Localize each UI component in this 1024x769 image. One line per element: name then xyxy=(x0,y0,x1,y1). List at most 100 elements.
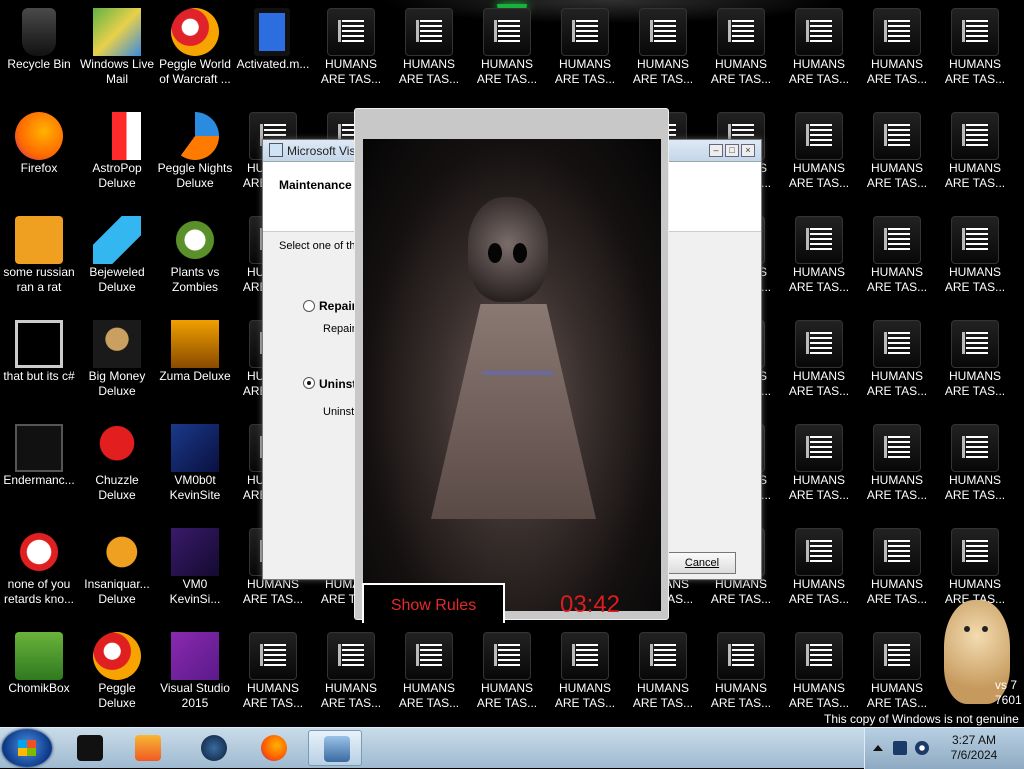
taskbar-firefox[interactable] xyxy=(246,730,300,766)
humans-file-icon xyxy=(873,216,921,264)
taskbar-terminal[interactable] xyxy=(62,730,116,766)
desktop-icon-label: HUMANS ARE TAS... xyxy=(866,265,928,294)
desktop-icon-endermanch[interactable]: Endermanc... xyxy=(0,416,78,516)
desktop-icon-astropop[interactable]: AstroPop Deluxe xyxy=(78,104,156,204)
desktop-icon-humans-file[interactable]: HUMANS ARE TAS... xyxy=(234,624,312,724)
desktop-icon-recycle-bin[interactable]: Recycle Bin xyxy=(0,0,78,100)
uninstall-radio[interactable] xyxy=(303,377,315,389)
desktop-icon-humans-file[interactable]: HUMANS ARE TAS... xyxy=(390,0,468,100)
ghost-girl-image xyxy=(363,139,661,611)
taskbar-media-player[interactable] xyxy=(120,730,174,766)
desktop-icon-humans-file[interactable]: HUMANS ARE TAS... xyxy=(468,624,546,724)
desktop-icon-humans-file[interactable]: HUMANS ARE TAS... xyxy=(624,624,702,724)
humans-file-icon xyxy=(795,424,843,472)
desktop-icon-humans-file[interactable]: HUMANS ARE TAS... xyxy=(936,312,1014,412)
desktop-icon-humans-file[interactable]: HUMANS ARE TAS... xyxy=(936,416,1014,516)
desktop-icon-label: HUMANS ARE TAS... xyxy=(632,681,694,710)
taskbar-installer[interactable] xyxy=(308,730,362,766)
desktop-icon-humans-file[interactable]: HUMANS ARE TAS... xyxy=(780,0,858,100)
desktop-icon-humans-file[interactable]: HUMANS ARE TAS... xyxy=(546,0,624,100)
desktop-icon-windows-live-mail[interactable]: Windows Live Mail xyxy=(78,0,156,100)
desktop-icon-peggle-nights[interactable]: Peggle Nights Deluxe xyxy=(156,104,234,204)
desktop-icon-label: HUMANS ARE TAS... xyxy=(866,473,928,502)
desktop-icon-peggle-wow[interactable]: Peggle World of Warcraft ... xyxy=(156,0,234,100)
desktop-icon-humans-file[interactable]: HUMANS ARE TAS... xyxy=(858,624,936,724)
windows-live-mail-icon xyxy=(93,8,141,56)
desktop-icon-bejeweled[interactable]: Bejeweled Deluxe xyxy=(78,208,156,308)
desktop-icon-humans-file[interactable]: HUMANS ARE TAS... xyxy=(546,624,624,724)
desktop-icon-label: HUMANS ARE TAS... xyxy=(476,681,538,710)
show-hidden-icons-icon[interactable] xyxy=(873,745,883,751)
start-button[interactable] xyxy=(2,729,52,767)
humans-file-icon xyxy=(873,8,921,56)
desktop-icon-chomikbox[interactable]: ChomikBox xyxy=(0,624,78,724)
desktop-icon-humans-file[interactable]: HUMANS ARE TAS... xyxy=(858,0,936,100)
file-icon xyxy=(15,528,63,576)
humans-file-icon xyxy=(873,632,921,680)
close-button[interactable]: × xyxy=(741,144,755,157)
desktop-icon-humans-file[interactable]: HUMANS ARE TAS... xyxy=(936,0,1014,100)
vm0b0t-icon xyxy=(171,424,219,472)
desktop-icon-label: Chuzzle Deluxe xyxy=(95,473,139,502)
desktop-icon-label: HUMANS ARE TAS... xyxy=(788,681,850,710)
minimize-button[interactable]: – xyxy=(709,144,723,157)
big-money-icon xyxy=(93,320,141,368)
desktop-icon-humans-file[interactable]: HUMANS ARE TAS... xyxy=(780,104,858,204)
clock[interactable]: 3:27 AM 7/6/2024 xyxy=(937,733,1011,763)
activated-file-icon xyxy=(254,8,290,56)
desktop-icon-humans-file[interactable]: HUMANS ARE TAS... xyxy=(936,208,1014,308)
desktop-icon-peggle[interactable]: Peggle Deluxe xyxy=(78,624,156,724)
media-player-icon xyxy=(135,735,161,761)
uninstall-option-label[interactable]: Uninst xyxy=(319,377,356,391)
desktop-icon-zuma[interactable]: Zuma Deluxe xyxy=(156,312,234,412)
humans-file-icon xyxy=(873,528,921,576)
desktop-icon-label: Insaniquar... Deluxe xyxy=(84,577,150,606)
desktop-icon-chuzzle[interactable]: Chuzzle Deluxe xyxy=(78,416,156,516)
desktop-icon-label: Peggle Nights Deluxe xyxy=(157,161,233,190)
desktop-icon-label: HUMANS ARE TAS... xyxy=(398,681,460,710)
humans-file-icon xyxy=(795,528,843,576)
desktop-icon-humans-file[interactable]: HUMANS ARE TAS... xyxy=(858,104,936,204)
desktop-icon-humans-file[interactable]: HUMANS ARE TAS... xyxy=(780,520,858,620)
desktop-icon-humans-file[interactable]: HUMANS ARE TAS... xyxy=(312,0,390,100)
desktop-icon-shortcut[interactable]: that but its c# xyxy=(0,312,78,412)
repair-option-label[interactable]: Repair xyxy=(319,299,356,313)
desktop-icon-humans-file[interactable]: HUMANS ARE TAS... xyxy=(468,0,546,100)
desktop-icon-vm0[interactable]: VM0 KevinSi... xyxy=(156,520,234,620)
desktop-icon-activated-file[interactable]: Activated.m... xyxy=(234,0,312,100)
desktop-icon-humans-file[interactable]: HUMANS ARE TAS... xyxy=(780,208,858,308)
network-icon[interactable] xyxy=(893,741,907,755)
desktop-icon-humans-file[interactable]: HUMANS ARE TAS... xyxy=(936,104,1014,204)
desktop-icon-humans-file[interactable]: HUMANS ARE TAS... xyxy=(702,0,780,100)
desktop-icon-vm0b0t[interactable]: VM0b0t KevinSite xyxy=(156,416,234,516)
desktop-icon-rat-file[interactable]: some russian ran a rat xyxy=(0,208,78,308)
maximize-button[interactable]: □ xyxy=(725,144,739,157)
cancel-button[interactable]: Cancel xyxy=(668,552,736,574)
desktop-icon-humans-file[interactable]: HUMANS ARE TAS... xyxy=(858,416,936,516)
vm0-icon xyxy=(171,528,219,576)
desktop-icon-humans-file[interactable]: HUMANS ARE TAS... xyxy=(390,624,468,724)
installer-title: Microsoft Vis xyxy=(287,144,356,158)
taskbar-steam[interactable] xyxy=(186,730,240,766)
desktop-icon-file[interactable]: none of you retards kno... xyxy=(0,520,78,620)
firefox-icon xyxy=(261,735,287,761)
repair-radio[interactable] xyxy=(303,300,315,312)
desktop-icon-firefox[interactable]: Firefox xyxy=(0,104,78,204)
desktop-icon-humans-file[interactable]: HUMANS ARE TAS... xyxy=(858,312,936,412)
show-rules-button[interactable]: Show Rules xyxy=(362,583,505,623)
desktop-icon-humans-file[interactable]: HUMANS ARE TAS... xyxy=(624,0,702,100)
desktop-icon-humans-file[interactable]: HUMANS ARE TAS... xyxy=(312,624,390,724)
desktop-icon-humans-file[interactable]: HUMANS ARE TAS... xyxy=(780,312,858,412)
desktop-icon-humans-file[interactable]: HUMANS ARE TAS... xyxy=(780,624,858,724)
desktop-icon-label: HUMANS ARE TAS... xyxy=(476,57,538,86)
repair-description: Repair xyxy=(323,323,356,335)
desktop-icon-humans-file[interactable]: HUMANS ARE TAS... xyxy=(702,624,780,724)
desktop-icon-humans-file[interactable]: HUMANS ARE TAS... xyxy=(858,520,936,620)
volume-icon[interactable] xyxy=(915,741,929,755)
desktop-icon-insaniquarium[interactable]: Insaniquar... Deluxe xyxy=(78,520,156,620)
desktop-icon-humans-file[interactable]: HUMANS ARE TAS... xyxy=(858,208,936,308)
desktop-icon-big-money[interactable]: Big Money Deluxe xyxy=(78,312,156,412)
desktop-icon-plants-vs-zombies[interactable]: Plants vs Zombies xyxy=(156,208,234,308)
desktop-icon-visual-studio[interactable]: Visual Studio 2015 xyxy=(156,624,234,724)
desktop-icon-humans-file[interactable]: HUMANS ARE TAS... xyxy=(780,416,858,516)
